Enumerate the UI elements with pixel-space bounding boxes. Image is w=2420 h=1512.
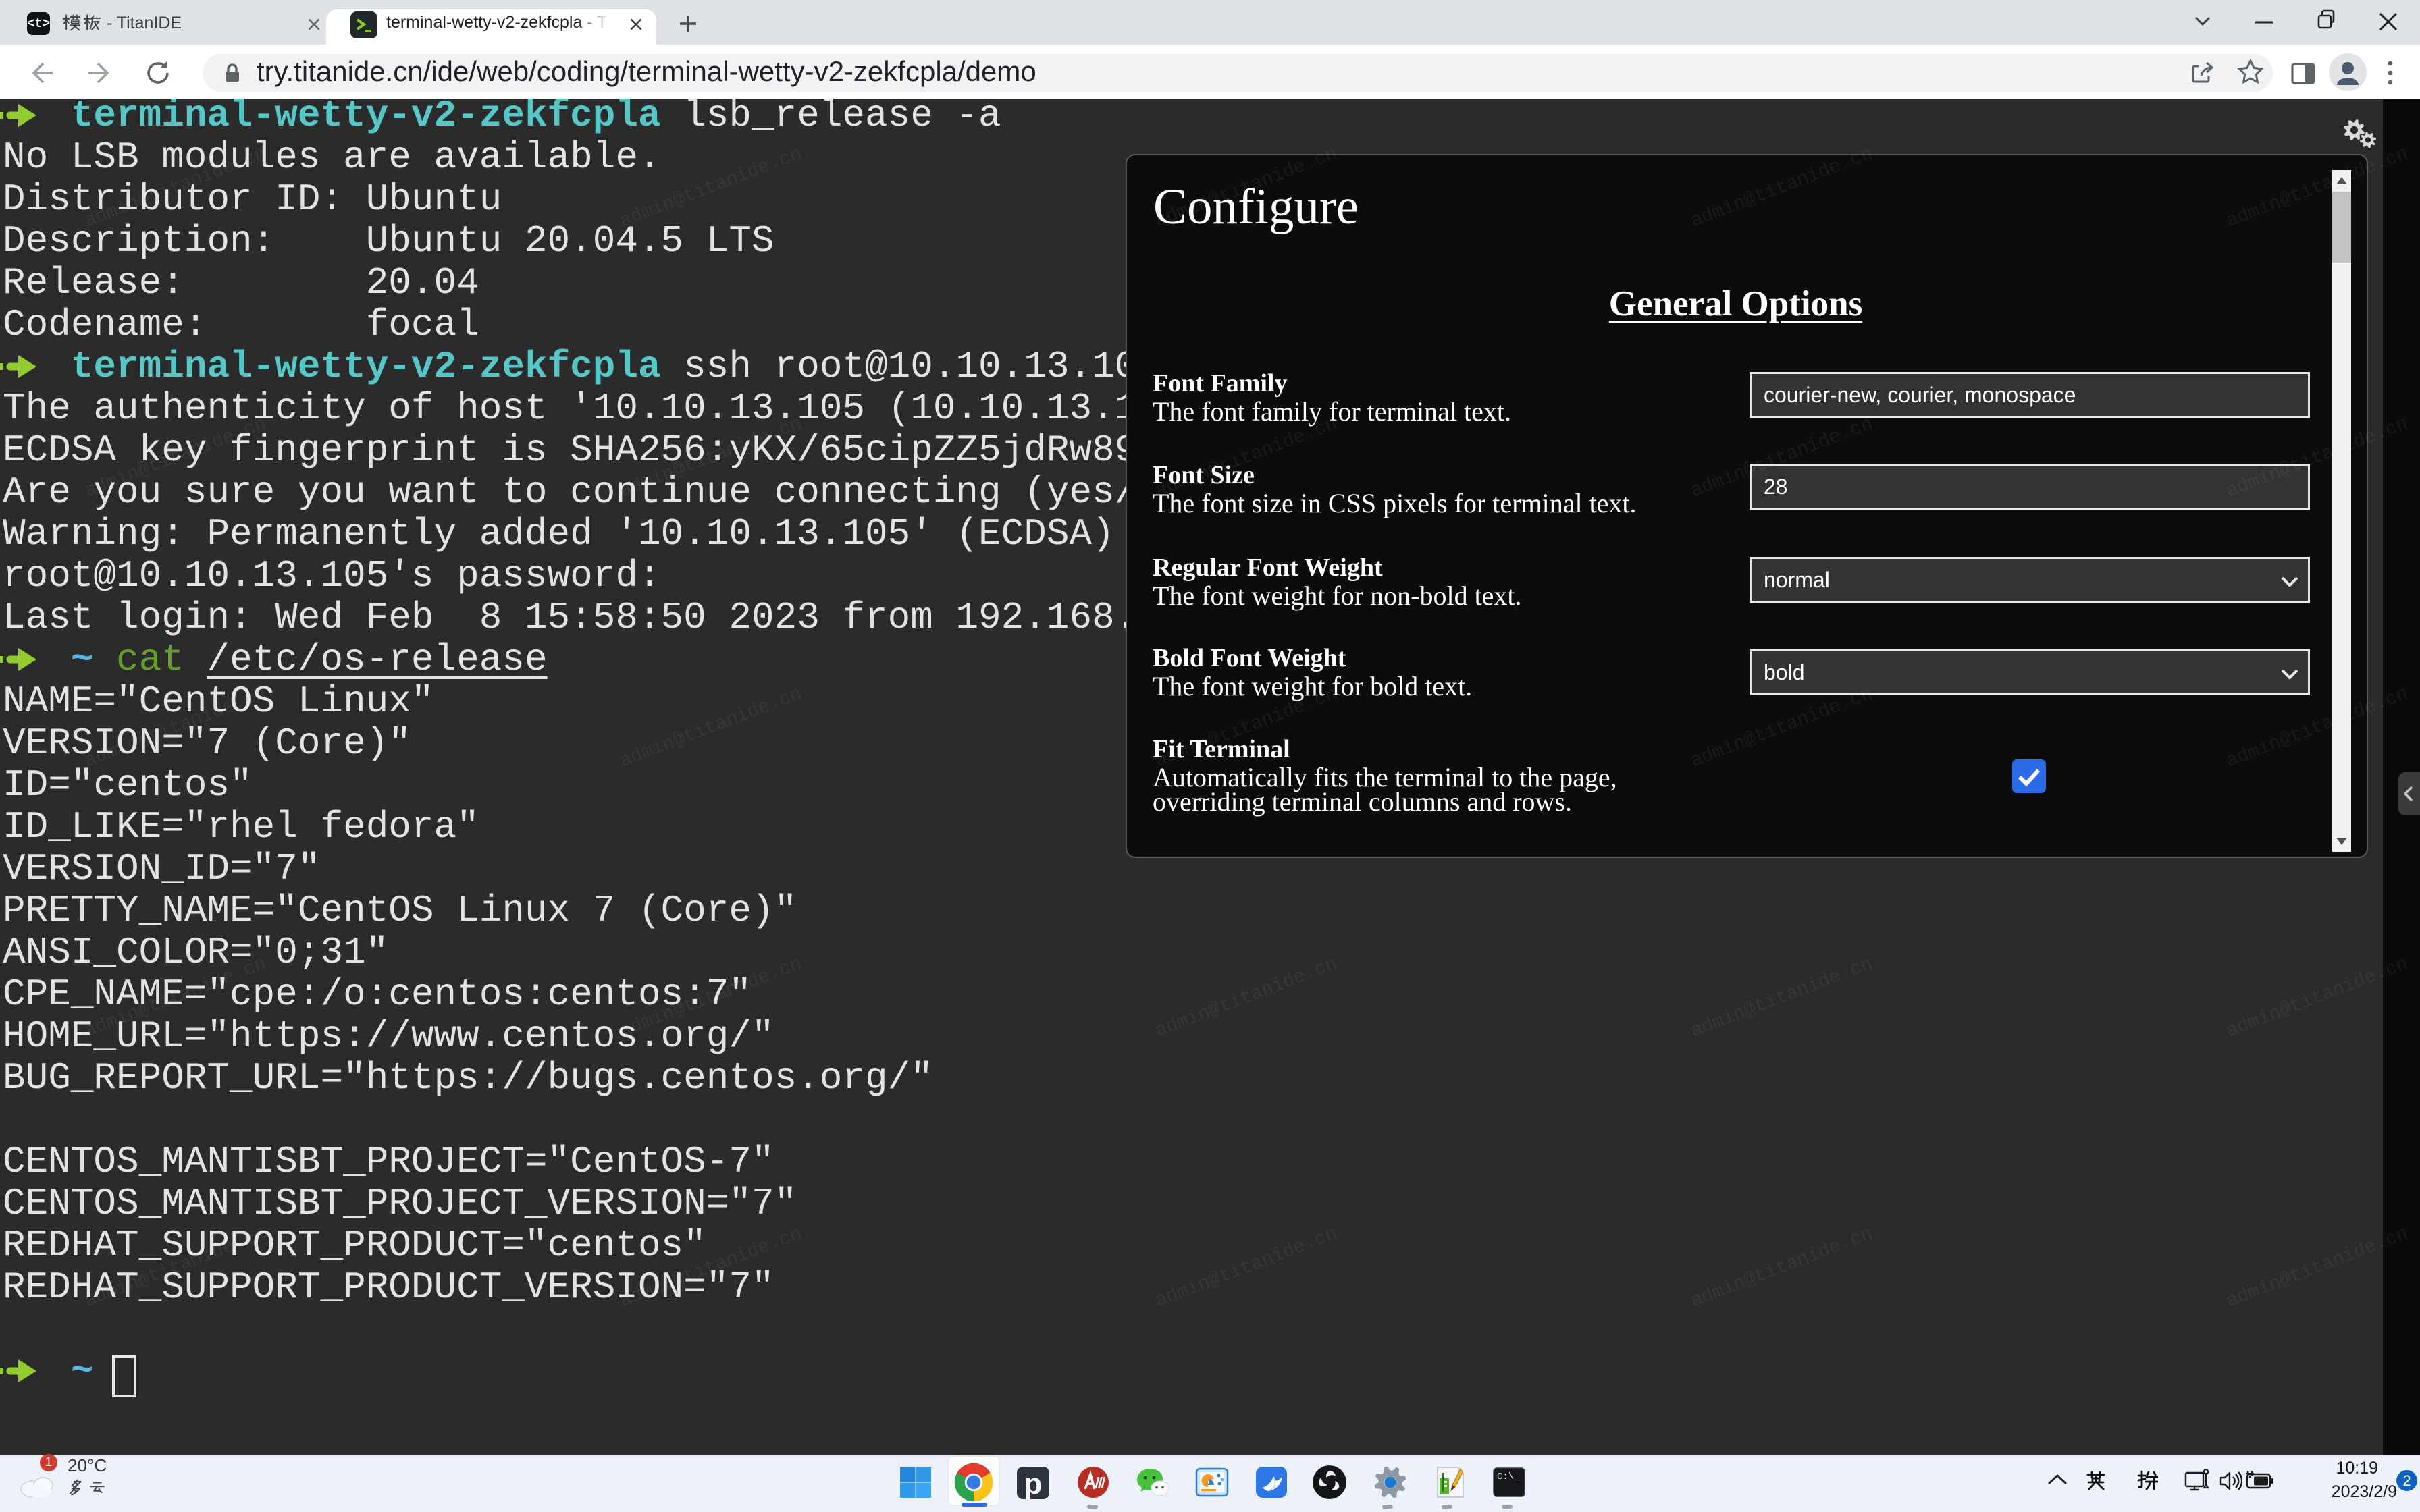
- svg-text:p: p: [1024, 1467, 1043, 1501]
- svg-text:C:\_: C:\_: [1497, 1472, 1520, 1482]
